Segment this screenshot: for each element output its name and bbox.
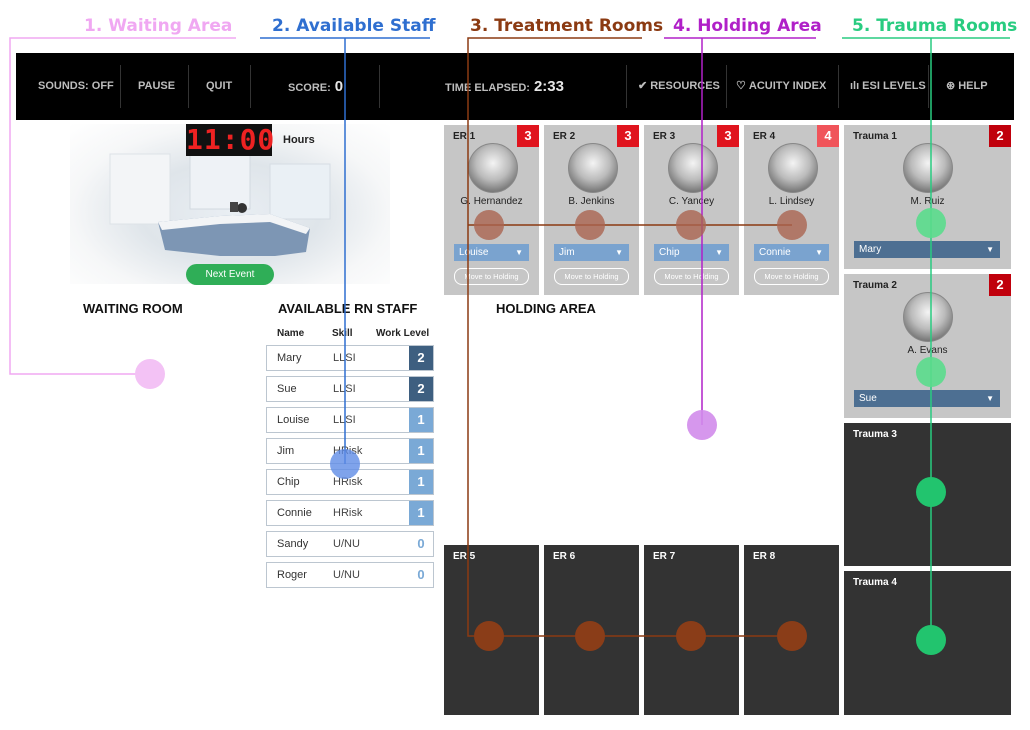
trauma3-marker [916,477,946,507]
er7-marker [676,621,706,651]
er6-marker [575,621,605,651]
er4-marker [777,210,807,240]
er5-marker [474,621,504,651]
er8-marker [777,621,807,651]
waiting-area-marker [135,359,165,389]
trauma2-marker [916,357,946,387]
trauma1-marker [916,208,946,238]
er2-marker [575,210,605,240]
holding-area-marker [687,410,717,440]
trauma4-marker [916,625,946,655]
staff-marker [330,449,360,479]
er1-marker [474,210,504,240]
treatment-rooms-connector-bottom [467,37,792,637]
waiting-area-connector [9,37,236,375]
er3-marker [676,210,706,240]
